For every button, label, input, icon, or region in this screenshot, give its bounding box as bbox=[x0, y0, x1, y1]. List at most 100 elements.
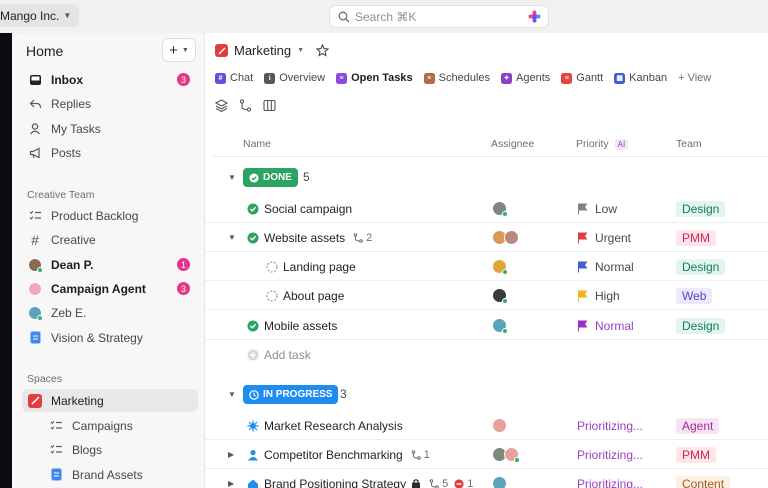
table-row[interactable]: ▼ Website assets 2 Urgent PMM bbox=[205, 223, 768, 252]
add-task-row[interactable]: Add task bbox=[205, 340, 768, 369]
priority-cell[interactable]: Prioritizing... bbox=[577, 411, 643, 440]
team-cell[interactable]: Design bbox=[676, 194, 726, 223]
subtask-count[interactable]: 1 bbox=[411, 449, 430, 461]
add-view-button[interactable]: + View bbox=[678, 72, 711, 84]
tab-schedules[interactable]: ≡ Schedules bbox=[423, 72, 490, 84]
task-name[interactable]: About page bbox=[283, 289, 344, 303]
search-bar[interactable]: Search ⌘K bbox=[329, 5, 549, 28]
breadcrumb[interactable]: Marketing ▼ bbox=[215, 43, 330, 58]
user-icon[interactable] bbox=[247, 449, 259, 461]
todo-circle-icon[interactable] bbox=[266, 289, 278, 302]
check-circle-icon[interactable] bbox=[247, 232, 259, 244]
priority-cell[interactable]: Low bbox=[577, 194, 617, 223]
sidebar-item-brand-assets[interactable]: Brand Assets bbox=[22, 463, 198, 486]
priority-cell[interactable]: Prioritizing... bbox=[577, 469, 643, 488]
priority-cell[interactable]: High bbox=[577, 281, 620, 310]
collapse-chevron-icon[interactable]: ▼ bbox=[228, 173, 236, 182]
status-badge[interactable]: DONE bbox=[243, 168, 298, 187]
team-cell[interactable]: PMM bbox=[676, 440, 716, 469]
assignee-cell[interactable] bbox=[492, 411, 507, 440]
sidebar-item-creative[interactable]: # Creative bbox=[22, 228, 198, 251]
agent-sparkle-icon[interactable] bbox=[247, 420, 259, 432]
sidebar-item-replies[interactable]: Replies bbox=[22, 92, 198, 115]
team-cell[interactable]: Design bbox=[676, 252, 726, 281]
assignee-cell[interactable] bbox=[492, 252, 508, 281]
team-cell[interactable]: PMM bbox=[676, 223, 716, 252]
table-row[interactable]: ▶ Brand Positioning Strategy 5 1 Priorit… bbox=[205, 469, 768, 488]
task-name[interactable]: Landing page bbox=[283, 260, 356, 274]
subtask-count[interactable]: 2 bbox=[353, 232, 372, 244]
task-name[interactable]: Website assets bbox=[264, 231, 345, 245]
star-icon[interactable] bbox=[316, 44, 330, 57]
check-circle-icon[interactable] bbox=[247, 203, 259, 215]
layers-icon[interactable] bbox=[215, 99, 228, 112]
priority-cell[interactable]: Prioritizing... bbox=[577, 440, 643, 469]
task-name[interactable]: Brand Positioning Strategy bbox=[264, 477, 406, 488]
table-row[interactable]: Market Research Analysis Prioritizing...… bbox=[205, 411, 768, 440]
task-name[interactable]: Social campaign bbox=[264, 202, 352, 216]
tab-agents[interactable]: ✦ Agents bbox=[501, 72, 550, 84]
task-name[interactable]: Competitor Benchmarking bbox=[264, 448, 403, 462]
sidebar-item-marketing[interactable]: Marketing bbox=[22, 389, 198, 412]
column-header-team[interactable]: Team bbox=[676, 138, 702, 150]
assignee-cell[interactable] bbox=[492, 281, 508, 310]
tab-label: Kanban bbox=[629, 72, 668, 84]
expand-chevron-icon[interactable]: ▶ bbox=[228, 450, 234, 459]
table-row[interactable]: Social campaign Low Design bbox=[205, 194, 768, 223]
table-row[interactable]: Landing page Normal Design bbox=[205, 252, 768, 281]
sidebar-item-zeb[interactable]: Zeb E. bbox=[22, 301, 198, 324]
sidebar-item-vision-strategy[interactable]: Vision & Strategy bbox=[22, 326, 198, 349]
subtask-count[interactable]: 5 bbox=[429, 478, 448, 488]
home-icon[interactable] bbox=[247, 478, 259, 488]
column-header-priority[interactable]: Priority AI bbox=[576, 138, 629, 150]
plus-icon bbox=[247, 349, 259, 360]
sidebar-item-dean[interactable]: Dean P. 1 bbox=[22, 253, 198, 276]
table-row[interactable]: About page High Web bbox=[205, 281, 768, 310]
assignee-cell[interactable] bbox=[492, 223, 519, 252]
sidebar-item-my-tasks[interactable]: My Tasks bbox=[22, 117, 198, 140]
collapse-chevron-icon[interactable]: ▼ bbox=[228, 390, 236, 399]
task-name[interactable]: Mobile assets bbox=[264, 319, 337, 333]
add-task-button[interactable]: Add task bbox=[247, 340, 311, 369]
team-cell[interactable]: Agent bbox=[676, 411, 720, 440]
expand-chevron-icon[interactable]: ▶ bbox=[228, 479, 234, 488]
workspace-switcher[interactable]: Mango Inc. ▼ bbox=[0, 4, 80, 27]
column-header-name[interactable]: Name bbox=[243, 138, 271, 150]
create-button[interactable]: + ▼ bbox=[162, 38, 196, 62]
team-cell[interactable]: Web bbox=[676, 281, 713, 310]
blocker-count[interactable]: 1 bbox=[454, 478, 473, 488]
todo-circle-icon[interactable] bbox=[266, 260, 278, 273]
tab-overview[interactable]: i Overview bbox=[264, 72, 325, 84]
sidebar-item-product-backlog[interactable]: Product Backlog bbox=[22, 204, 198, 227]
team-cell[interactable]: Design bbox=[676, 311, 726, 340]
tab-kanban[interactable]: ▦ Kanban bbox=[614, 72, 667, 84]
chevron-down-icon[interactable]: ▼ bbox=[297, 47, 304, 54]
reply-icon bbox=[28, 97, 42, 111]
assignee-cell[interactable] bbox=[492, 194, 508, 223]
ai-sparkle-icon[interactable] bbox=[528, 10, 541, 23]
tab-chat[interactable]: # Chat bbox=[215, 72, 253, 84]
team-cell[interactable]: Content bbox=[676, 469, 731, 488]
assignee-cell[interactable] bbox=[492, 311, 508, 340]
status-badge[interactable]: IN PROGRESS bbox=[243, 385, 339, 404]
task-name[interactable]: Market Research Analysis bbox=[264, 419, 403, 433]
expand-chevron-icon[interactable]: ▼ bbox=[228, 233, 236, 242]
sidebar-item-posts[interactable]: Posts bbox=[22, 141, 198, 164]
column-header-assignee[interactable]: Assignee bbox=[491, 138, 534, 150]
sidebar-item-campaign-agent[interactable]: Campaign Agent 3 bbox=[22, 277, 198, 300]
columns-icon[interactable] bbox=[263, 99, 276, 112]
tab-gantt[interactable]: ≡ Gantt bbox=[561, 72, 603, 84]
sidebar-item-campaigns[interactable]: Campaigns bbox=[22, 414, 198, 437]
priority-cell[interactable]: Normal bbox=[577, 311, 634, 340]
table-row[interactable]: Mobile assets Normal Design bbox=[205, 311, 768, 340]
sidebar-item-inbox[interactable]: Inbox 3 bbox=[22, 68, 198, 91]
sidebar-item-blogs[interactable]: Blogs bbox=[22, 438, 198, 461]
priority-cell[interactable]: Urgent bbox=[577, 223, 631, 252]
assignee-cell[interactable] bbox=[492, 440, 520, 469]
subtask-icon[interactable] bbox=[239, 99, 252, 112]
assignee-cell[interactable] bbox=[492, 469, 507, 488]
priority-cell[interactable]: Normal bbox=[577, 252, 634, 281]
check-circle-icon[interactable] bbox=[247, 320, 259, 332]
table-row[interactable]: ▶ Competitor Benchmarking 1 Prioritizing… bbox=[205, 440, 768, 469]
tab-open-tasks[interactable]: ≡ Open Tasks bbox=[336, 72, 413, 84]
